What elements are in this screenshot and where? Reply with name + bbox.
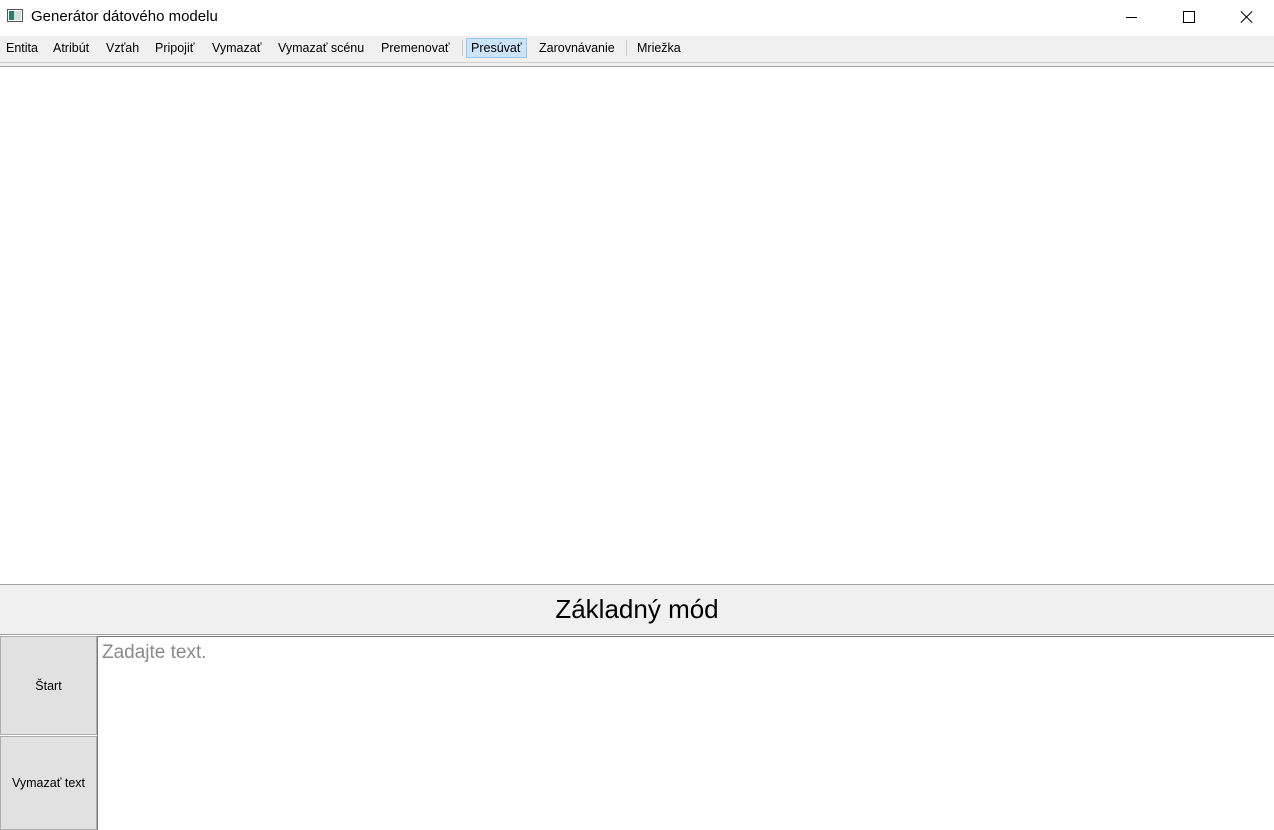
toolbar-separator	[626, 40, 627, 56]
tool-presuvat[interactable]: Presúvať	[466, 38, 527, 58]
toolbar-divider-line	[0, 62, 1274, 63]
minimize-button[interactable]	[1102, 0, 1160, 34]
tool-mriezka[interactable]: Mriežka	[633, 38, 685, 58]
text-input[interactable]	[97, 636, 1274, 830]
maximize-button[interactable]	[1160, 0, 1218, 34]
toolbar-separator	[462, 40, 463, 56]
start-button[interactable]: Štart	[0, 636, 97, 735]
close-icon	[1240, 10, 1254, 24]
tool-entita[interactable]: Entita	[2, 38, 42, 58]
tool-premenovat[interactable]: Premenovať	[377, 38, 454, 58]
tool-zarovnavanie[interactable]: Zarovnávanie	[535, 38, 619, 58]
tool-vymazat[interactable]: Vymazať	[208, 38, 265, 58]
toolbar: Entita Atribút Vzťah Pripojiť Vymazať Vy…	[0, 36, 1274, 60]
app-window-icon	[7, 9, 23, 22]
tool-vymazat-scenu[interactable]: Vymazať scénu	[274, 38, 368, 58]
maximize-icon	[1183, 11, 1195, 23]
minimize-icon	[1125, 16, 1137, 18]
close-button[interactable]	[1218, 0, 1274, 34]
title-bar: Generátor dátového modelu	[0, 0, 1274, 34]
window-title: Generátor dátového modelu	[31, 8, 218, 25]
tool-atribut[interactable]: Atribút	[49, 38, 93, 58]
tool-pripojit[interactable]: Pripojiť	[151, 38, 198, 58]
tool-vztah[interactable]: Vzťah	[102, 38, 143, 58]
clear-text-button[interactable]: Vymazať text	[0, 736, 97, 830]
mode-label: Základný mód	[0, 584, 1274, 635]
diagram-canvas[interactable]	[0, 67, 1274, 584]
